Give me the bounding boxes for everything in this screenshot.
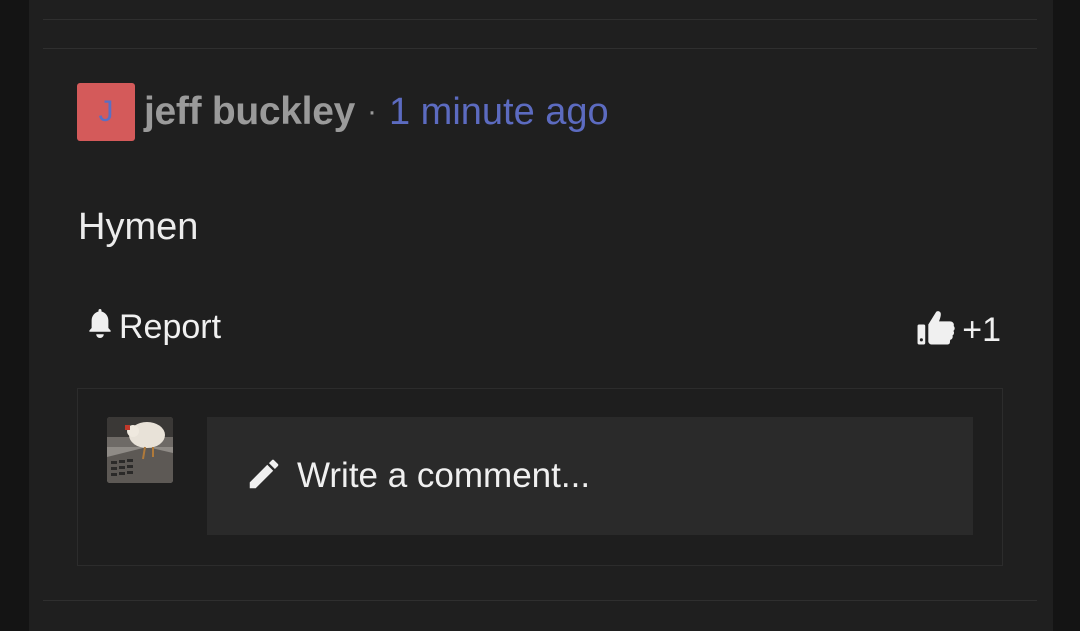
- divider: [43, 19, 1037, 20]
- author-name[interactable]: jeff buckley: [144, 90, 355, 134]
- comment-placeholder: Write a comment...: [297, 456, 591, 495]
- write-comment-input[interactable]: Write a comment...: [207, 417, 973, 535]
- bell-icon: [85, 306, 119, 349]
- report-button[interactable]: Report: [85, 306, 221, 349]
- avatar[interactable]: J: [77, 83, 135, 141]
- divider: [43, 600, 1037, 601]
- like-button[interactable]: +1: [916, 306, 1001, 355]
- like-count: +1: [962, 311, 1001, 349]
- post-actions: Report +1: [77, 306, 1003, 350]
- post-header: J jeff buckley · 1 minute ago: [77, 83, 609, 141]
- report-label: Report: [119, 308, 222, 346]
- comment-composer: Write a comment...: [77, 388, 1003, 566]
- page: J jeff buckley · 1 minute ago Hymen Repo…: [0, 0, 1080, 631]
- divider: [43, 48, 1037, 49]
- user-avatar: [107, 417, 173, 483]
- separator: ·: [366, 95, 377, 128]
- post-timestamp[interactable]: 1 minute ago: [389, 91, 609, 134]
- pencil-icon: [207, 455, 297, 498]
- content-panel: J jeff buckley · 1 minute ago Hymen Repo…: [29, 0, 1053, 631]
- thumbs-up-icon: [916, 306, 962, 355]
- post-body: Hymen: [78, 206, 199, 248]
- avatar-letter: J: [98, 95, 114, 128]
